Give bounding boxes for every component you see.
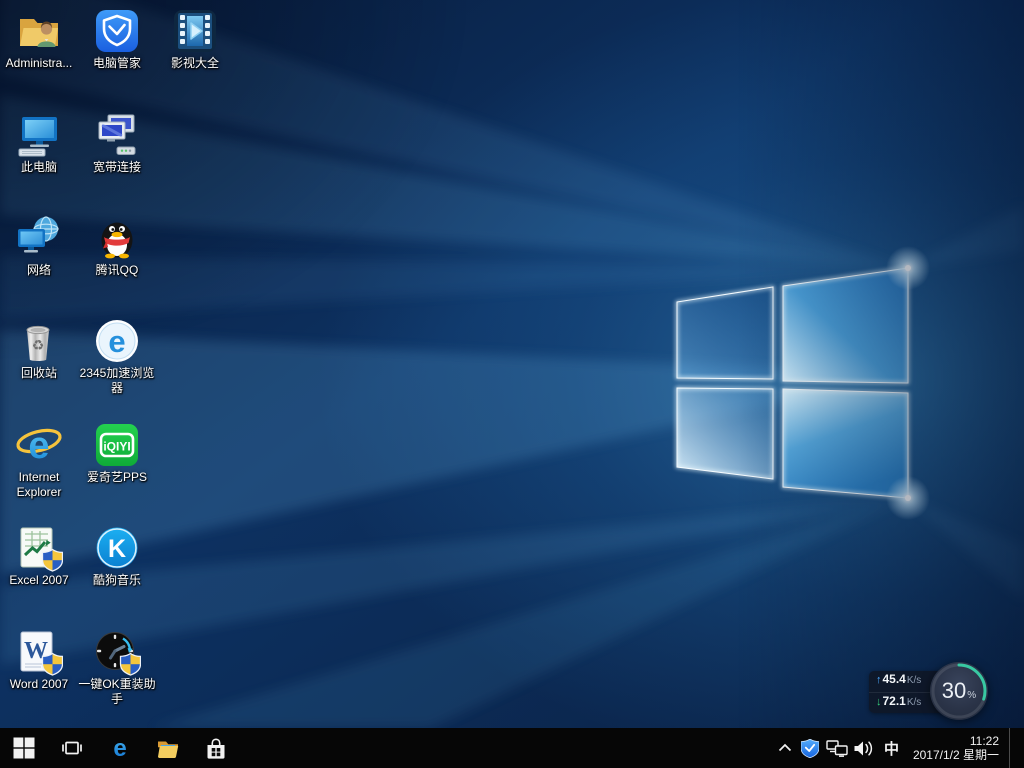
upload-speed-value: 45.4: [883, 672, 906, 686]
percent-value: 30: [942, 678, 966, 704]
download-arrow-icon: ↓: [876, 696, 882, 708]
usage-percent-ball[interactable]: 30 %: [930, 662, 988, 720]
upload-speed-unit: K/s: [907, 675, 921, 686]
svg-text:e: e: [113, 735, 126, 761]
usage-percent-text: 30 %: [930, 662, 988, 720]
onekey-ok-reinstall-icon: [93, 628, 141, 676]
taskbar-clock[interactable]: 11:22 2017/1/2 星期一: [905, 734, 1009, 762]
system-tray: 中 11:22 2017/1/2 星期一: [773, 728, 1024, 768]
taskbar-empty-area: [240, 728, 773, 768]
store-button[interactable]: [192, 728, 240, 768]
windows-store-icon: [203, 735, 229, 761]
desktop-icon-network[interactable]: 网络: [0, 214, 78, 278]
security-shield-icon: [801, 739, 819, 758]
edge-browser-button[interactable]: e: [96, 728, 144, 768]
network-status-icon: [826, 740, 848, 757]
internet-explorer-icon: e: [15, 421, 63, 469]
show-desktop-button[interactable]: [1009, 728, 1024, 768]
desktop-icon-kugou[interactable]: K 酷狗音乐: [78, 524, 156, 588]
movie-collection-icon: [171, 7, 219, 55]
icon-label: 一键OK重装助手: [78, 677, 156, 707]
desktop-icon-onekey-ok[interactable]: 一键OK重装助手: [78, 628, 156, 707]
download-speed-unit: K/s: [907, 697, 921, 708]
volume-icon: [853, 740, 875, 757]
icon-label: Administra...: [0, 56, 78, 71]
svg-text:e: e: [108, 324, 125, 359]
broadband-connection-icon: [93, 111, 141, 159]
icon-label: 网络: [0, 263, 78, 278]
percent-unit: %: [967, 690, 976, 701]
desktop-icon-word-2007[interactable]: W Word 2007: [0, 628, 78, 692]
desktop-icon-movie-collection[interactable]: 影视大全: [156, 7, 234, 71]
svg-text:K: K: [108, 535, 126, 563]
edge-browser-icon: e: [107, 735, 133, 761]
icon-label: 宽带连接: [78, 160, 156, 175]
desktop-icon-broadband[interactable]: 宽带连接: [78, 111, 156, 175]
desktop-icon-this-pc[interactable]: 此电脑: [0, 111, 78, 175]
icon-label: 腾讯QQ: [78, 263, 156, 278]
iqiyi-icon: iQIYI: [93, 421, 141, 469]
chevron-up-icon: [778, 743, 792, 753]
icon-label: 酷狗音乐: [78, 573, 156, 588]
icon-label: 影视大全: [156, 56, 234, 71]
icon-label: 此电脑: [0, 160, 78, 175]
tray-network-status[interactable]: [824, 728, 851, 768]
tray-volume[interactable]: [851, 728, 878, 768]
file-explorer-icon: [155, 735, 181, 761]
icon-label: Internet Explorer: [0, 470, 78, 500]
taskbar: e: [0, 728, 1024, 768]
excel-icon: [15, 524, 63, 572]
icon-label: Excel 2007: [0, 573, 78, 588]
file-explorer-button[interactable]: [144, 728, 192, 768]
icon-label: Word 2007: [0, 677, 78, 692]
icon-label: 电脑管家: [78, 56, 156, 71]
desktop-icon-excel-2007[interactable]: Excel 2007: [0, 524, 78, 588]
icon-label: 爱奇艺PPS: [78, 470, 156, 485]
desktop-icon-iqiyi[interactable]: iQIYI 爱奇艺PPS: [78, 421, 156, 485]
task-view-button[interactable]: [48, 728, 96, 768]
clock-date: 2017/1/2 星期一: [913, 748, 999, 762]
icon-label: 回收站: [0, 366, 78, 381]
svg-text:♻: ♻: [32, 337, 45, 353]
desktop-icon-pc-manager[interactable]: 电脑管家: [78, 7, 156, 71]
icon-label: 2345加速浏览器: [78, 366, 156, 396]
recycle-bin-icon: ♻: [15, 317, 63, 365]
desktop-icon-recycle-bin[interactable]: ♻ 回收站: [0, 317, 78, 381]
desktop-icon-administrator[interactable]: Administra...: [0, 7, 78, 71]
windows-start-icon: [13, 737, 35, 759]
pc-manager-shield-icon: [93, 7, 141, 55]
task-view-icon: [59, 735, 85, 761]
svg-text:iQIYI: iQIYI: [103, 440, 130, 454]
start-button[interactable]: [0, 728, 48, 768]
ime-indicator[interactable]: 中: [878, 728, 905, 768]
upload-arrow-icon: ↑: [876, 674, 882, 686]
tray-expand-button[interactable]: [773, 728, 797, 768]
word-icon: W: [15, 628, 63, 676]
kugou-music-icon: K: [93, 524, 141, 572]
desktop-icon-2345-browser[interactable]: e 2345加速浏览器: [78, 317, 156, 396]
tray-security-shield[interactable]: [797, 728, 824, 768]
svg-text:e: e: [28, 425, 49, 467]
clock-time: 11:22: [913, 734, 999, 748]
qq-penguin-icon: [93, 214, 141, 262]
download-speed-value: 72.1: [883, 694, 906, 708]
network-places-icon: [15, 214, 63, 262]
desktop-icon-qq[interactable]: 腾讯QQ: [78, 214, 156, 278]
this-pc-icon: [15, 111, 63, 159]
desktop-icon-internet-explorer[interactable]: e Internet Explorer: [0, 421, 78, 500]
ime-label: 中: [884, 738, 899, 759]
2345-browser-icon: e: [93, 317, 141, 365]
user-folder-icon: [15, 7, 63, 55]
